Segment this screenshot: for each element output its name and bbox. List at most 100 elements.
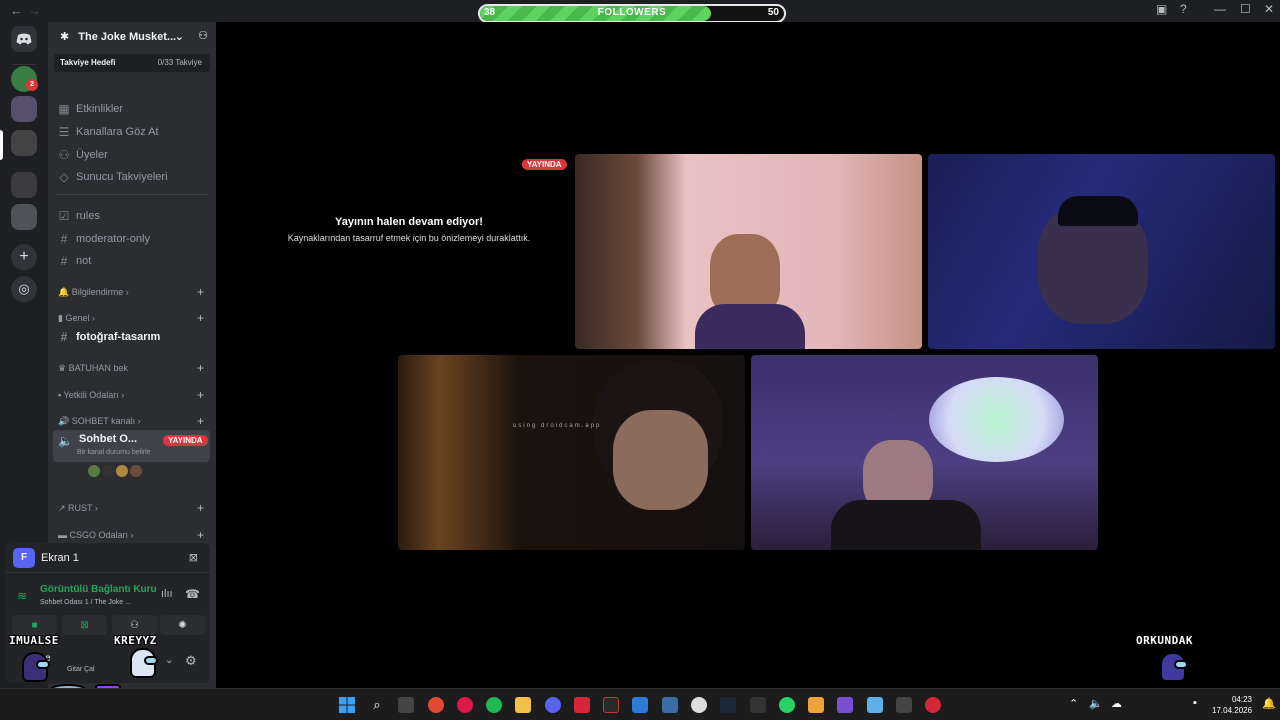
notification-icon[interactable]: 🔔: [1262, 697, 1276, 710]
video-tile-2[interactable]: [928, 154, 1275, 349]
server-folder-icon[interactable]: [11, 130, 37, 156]
add-channel-icon[interactable]: +: [197, 414, 204, 428]
start-menu-icon[interactable]: [339, 697, 355, 713]
add-channel-icon[interactable]: +: [197, 361, 204, 375]
category-genel[interactable]: ▮ Genel › +: [58, 311, 208, 325]
photos-icon[interactable]: [632, 697, 648, 713]
screen-share-label: Ekran 1: [41, 552, 79, 564]
chrome-icon[interactable]: [428, 697, 444, 713]
stop-share-icon[interactable]: ⊠: [189, 551, 198, 564]
app-icon[interactable]: [603, 697, 619, 713]
noise-icon[interactable]: ılıı: [161, 588, 173, 600]
server-name: The Joke Musket...: [78, 31, 177, 43]
stream-stage: [216, 22, 1280, 688]
avatar[interactable]: [88, 465, 100, 477]
spotify-icon[interactable]: [486, 697, 502, 713]
calendar-icon: ▦: [58, 102, 70, 116]
gear-icon[interactable]: ⚙: [185, 653, 197, 669]
add-channel-icon[interactable]: +: [197, 285, 204, 299]
file-explorer-icon[interactable]: [515, 697, 531, 713]
voice-channel-active[interactable]: 🔈 Sohbet O... YAYINDA Bir kanal durumu b…: [53, 430, 210, 462]
nav-members[interactable]: ⚇ Üyeler: [58, 146, 108, 164]
participant-video: [710, 234, 780, 314]
soundboard-button[interactable]: ✺: [160, 615, 205, 635]
nav-events[interactable]: ▦ Etkinlikler: [58, 100, 123, 118]
channel-status-text[interactable]: Bir kanal durumu belirle: [77, 449, 151, 456]
disconnect-icon[interactable]: ☎: [185, 587, 200, 601]
video-tile-4[interactable]: [751, 355, 1098, 550]
back-arrow-icon[interactable]: ←: [10, 3, 23, 18]
chevron-up-icon[interactable]: ⌃: [1069, 697, 1078, 710]
whatsapp-icon[interactable]: [779, 697, 795, 713]
nav-server-boosts[interactable]: ◇ Sunucu Takviyeleri: [58, 168, 167, 186]
boost-goal[interactable]: Takviye Hedefi 0/33 Takviye: [54, 54, 210, 72]
avatar[interactable]: [130, 465, 142, 477]
screen-share-button[interactable]: ⊠: [62, 615, 107, 635]
explore-compass-icon[interactable]: ◎: [11, 276, 37, 302]
video-tile-1[interactable]: [575, 154, 922, 349]
server-folder-icon[interactable]: [11, 96, 37, 122]
epic-games-icon[interactable]: [750, 697, 766, 713]
app-icon[interactable]: [808, 697, 824, 713]
discord-home-icon[interactable]: [11, 26, 37, 52]
activity-button[interactable]: ⚇: [112, 615, 157, 635]
add-channel-icon[interactable]: +: [197, 311, 204, 325]
add-channel-icon[interactable]: +: [197, 528, 204, 542]
network-icon[interactable]: ▪: [1193, 697, 1197, 709]
channel-not[interactable]: # not: [58, 252, 92, 270]
chevron-down-icon[interactable]: ⌄: [165, 655, 173, 666]
obs-icon[interactable]: [691, 697, 707, 713]
avatar[interactable]: [102, 465, 114, 477]
onedrive-icon[interactable]: ☁: [1111, 697, 1122, 710]
connection-title[interactable]: Görüntülü Bağlantı Kuru: [40, 584, 157, 595]
category-batuhan[interactable]: ♛ BATUHAN bek +: [58, 361, 208, 375]
speaker-icon: 🔈: [58, 434, 73, 448]
category-sohbet[interactable]: 🔊 SOHBET kanalı › +: [58, 414, 208, 428]
participant-video: [1058, 196, 1138, 226]
clock-time: 04:23: [1231, 695, 1252, 704]
channel-rules[interactable]: ☑ rules: [58, 207, 100, 225]
maximize-icon[interactable]: ☐: [1240, 2, 1251, 16]
app-icon[interactable]: [574, 697, 590, 713]
visual-studio-icon[interactable]: [837, 697, 853, 713]
channel-moderator-only[interactable]: # moderator-only: [58, 230, 150, 248]
inbox-icon[interactable]: ▣: [1156, 2, 1167, 16]
minimize-icon[interactable]: —: [1214, 2, 1226, 16]
category-yetkili[interactable]: ▪ Yetkili Odaları › +: [58, 388, 208, 402]
invite-icon[interactable]: ⚇: [198, 29, 208, 42]
camera-button[interactable]: ■: [12, 615, 57, 635]
category-label: Yetkili Odaları: [63, 390, 119, 400]
forward-arrow-icon[interactable]: →: [28, 3, 41, 18]
opera-icon[interactable]: [457, 697, 473, 713]
task-view-icon[interactable]: [398, 697, 414, 713]
add-server-icon[interactable]: +: [11, 244, 37, 270]
app-icon[interactable]: [896, 697, 912, 713]
add-channel-icon[interactable]: +: [197, 388, 204, 402]
close-icon[interactable]: ✕: [1264, 2, 1274, 16]
server-folder-icon[interactable]: [11, 204, 37, 230]
category-csgo[interactable]: ▬ CSGO Odaları › +: [58, 528, 208, 542]
connection-subtitle[interactable]: Sohbet Odası 1 / The Joke ...: [40, 599, 131, 606]
nav-label: Kanallara Göz At: [76, 126, 159, 138]
nav-browse-channels[interactable]: ☰ Kanallara Göz At: [58, 123, 159, 141]
channel-fotograf-tasarim[interactable]: # fotoğraf-tasarım: [58, 328, 161, 346]
notepad-icon[interactable]: [867, 697, 883, 713]
steam-icon[interactable]: [720, 697, 736, 713]
video-tile-3[interactable]: using droidcam.app: [398, 355, 745, 550]
category-bilgilendirme[interactable]: 🔔 Bilgilendirme › +: [58, 285, 208, 299]
server-folder-icon[interactable]: [11, 172, 37, 198]
category-rust[interactable]: ↗ RUST › +: [58, 501, 208, 515]
server-header[interactable]: ✱ The Joke Musket... ⌄ ⚇: [48, 22, 216, 52]
help-icon[interactable]: ?: [1180, 2, 1187, 16]
add-channel-icon[interactable]: +: [197, 501, 204, 515]
nav-label: Üyeler: [76, 149, 108, 161]
app-icon[interactable]: [662, 697, 678, 713]
discord-icon[interactable]: [545, 697, 561, 713]
search-icon[interactable]: ⌕: [369, 697, 385, 713]
overlay-name-right: ORKUNDAK: [1136, 634, 1193, 647]
app-icon[interactable]: [925, 697, 941, 713]
taskbar-clock[interactable]: 04:23 17.04.2026: [1212, 694, 1252, 716]
volume-icon[interactable]: 🔈: [1089, 697, 1103, 710]
browse-icon: ☰: [58, 125, 70, 139]
avatar[interactable]: [116, 465, 128, 477]
